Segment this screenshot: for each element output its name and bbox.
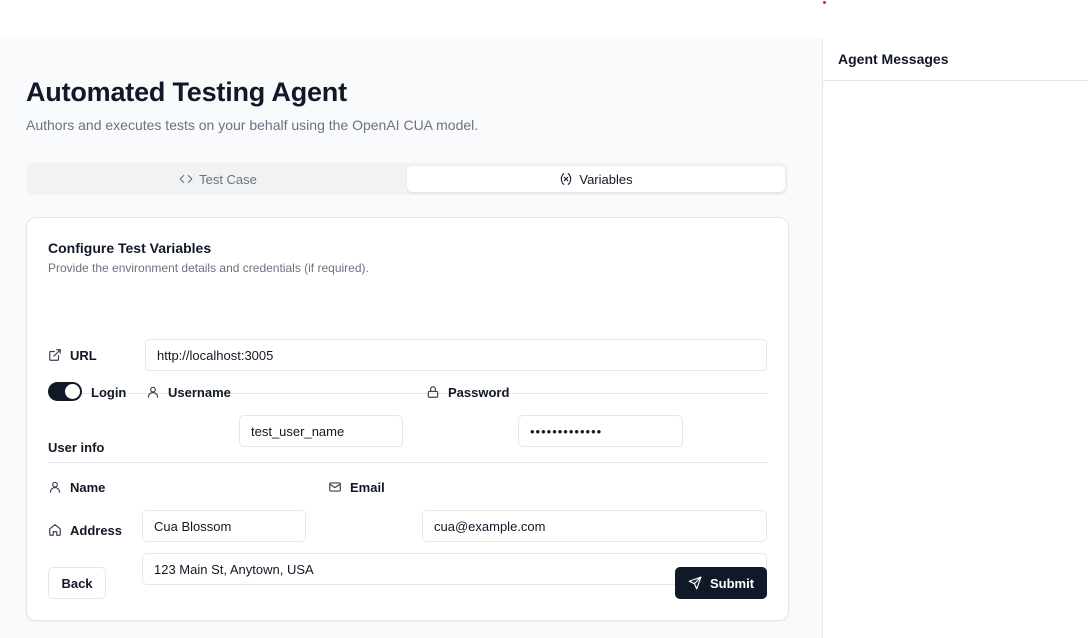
tab-label: Test Case [199,171,257,187]
name-input[interactable]: Cua Blossom [142,510,306,542]
agent-messages-title: Agent Messages [823,39,1088,81]
address-label: Address [48,520,122,540]
code-icon [179,174,193,184]
home-icon [49,524,61,536]
name-label: Name [48,477,105,497]
external-link-icon [49,349,61,361]
main-panel: Automated Testing Agent Authors and exec… [0,39,822,638]
lock-icon [427,386,439,398]
back-button[interactable]: Back [48,567,106,599]
tab-test-case[interactable]: Test Case [29,166,407,192]
url-label: URL [48,345,97,365]
user-icon [147,386,159,398]
mail-icon [329,482,341,492]
user-info-heading: User info [48,440,105,455]
tab-list: Test Case Variables [26,163,788,195]
address-input[interactable]: 123 Main St, Anytown, USA [142,553,767,585]
send-icon [688,576,702,590]
username-input[interactable]: test_user_name [239,415,403,447]
card-title: Configure Test Variables [48,240,212,256]
divider [48,462,767,463]
page-title: Automated Testing Agent [26,77,347,107]
url-input[interactable]: http://localhost:3005 [145,339,767,371]
variables-card: Configure Test Variables Provide the env… [26,217,789,621]
status-dot [823,1,826,4]
login-toggle[interactable] [48,382,82,401]
login-label: Login [91,384,127,400]
username-label: Username [146,382,231,402]
agent-messages-panel: Agent Messages [822,39,1088,638]
page-subtitle: Authors and executes tests on your behal… [26,117,479,133]
user-icon [49,481,61,493]
card-description: Provide the environment details and cred… [48,261,369,275]
email-label: Email [328,477,385,497]
password-input[interactable]: ••••••••••••• [518,415,683,447]
tab-variables[interactable]: Variables [407,166,785,192]
tab-label: Variables [579,171,633,187]
variable-icon [561,173,572,185]
password-label: Password [426,382,509,402]
toggle-knob [65,384,80,399]
submit-button[interactable]: Submit [675,567,767,599]
top-bar [0,0,1088,39]
email-input[interactable]: cua@example.com [422,510,767,542]
